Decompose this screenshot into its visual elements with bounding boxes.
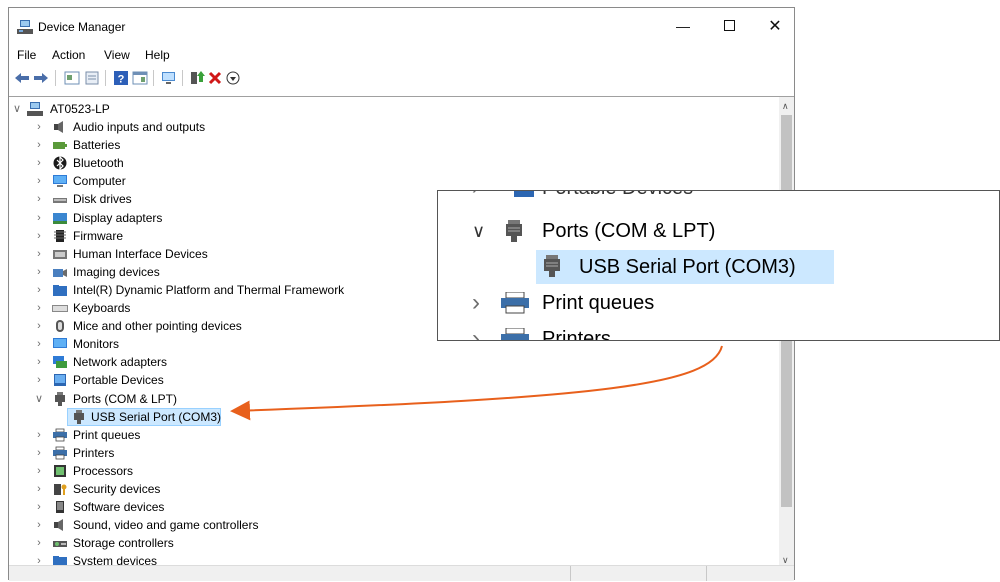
arrow-path <box>230 345 723 421</box>
callout-arrow <box>230 345 723 421</box>
